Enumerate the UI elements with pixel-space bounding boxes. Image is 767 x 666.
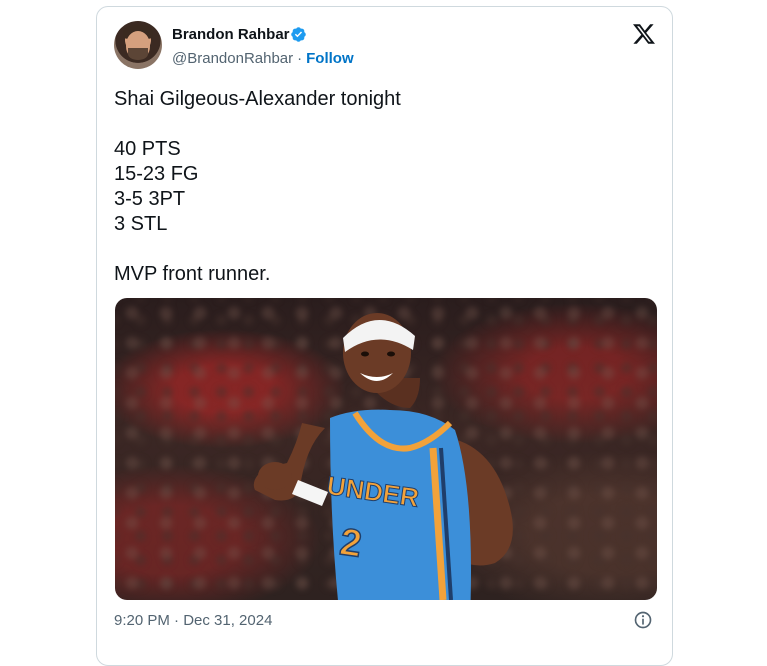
avatar[interactable] xyxy=(114,21,162,69)
follow-button[interactable]: Follow xyxy=(306,50,354,67)
tweet-line: MVP front runner. xyxy=(114,263,271,285)
tweet-timestamp[interactable]: 9:20 PM · Dec 31, 2024 xyxy=(114,612,272,629)
tweet-line: 15-23 FG xyxy=(114,163,199,185)
tweet-text: Shai Gilgeous-Alexander tonight 40 PTS 1… xyxy=(114,87,654,287)
tweet-line: 3 STL xyxy=(114,213,168,235)
info-icon[interactable] xyxy=(633,610,653,630)
tweet-line: 3-5 3PT xyxy=(114,188,186,210)
tweet-line: Shai Gilgeous-Alexander tonight xyxy=(114,88,401,110)
x-logo-icon[interactable] xyxy=(632,22,656,46)
author-name[interactable]: Brandon Rahbar xyxy=(172,26,290,43)
handle-row: @BrandonRahbar · Follow xyxy=(172,50,354,67)
tweet-photo[interactable]: UNDER 2 xyxy=(115,298,657,600)
player-illustration: UNDER 2 xyxy=(253,313,513,600)
author-handle[interactable]: @BrandonRahbar xyxy=(172,50,293,67)
embedded-tweet-card: Brandon Rahbar @BrandonRahbar · Follow Sha… xyxy=(96,6,673,666)
verified-badge-icon xyxy=(291,27,306,42)
tweet-line: 40 PTS xyxy=(114,138,181,160)
separator-dot: · xyxy=(297,50,303,67)
